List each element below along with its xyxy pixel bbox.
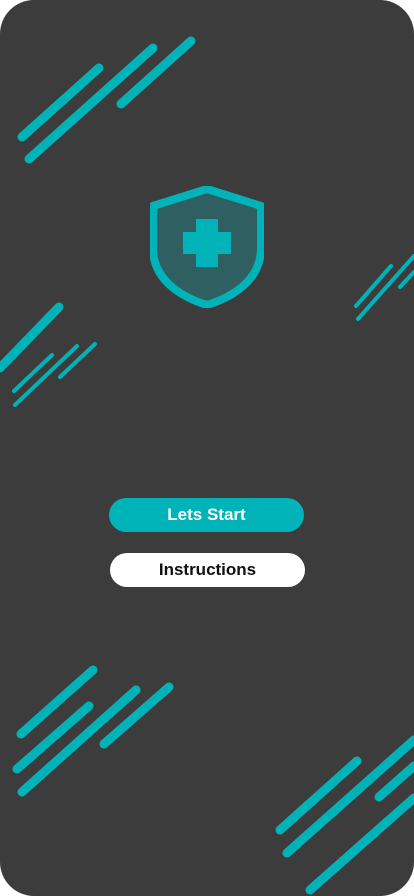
- stripes-bottom-right: [275, 735, 414, 895]
- app-screen: Lets Start Instructions: [0, 0, 414, 896]
- lets-start-button[interactable]: Lets Start: [109, 498, 304, 532]
- stripes-top-left: [17, 36, 196, 164]
- medical-shield-cross-icon: [150, 186, 264, 308]
- decorative-stripes: [0, 36, 414, 895]
- instructions-button[interactable]: Instructions: [110, 553, 305, 587]
- stripes-bottom-left: [12, 665, 174, 797]
- stripes-mid-left: [0, 302, 97, 407]
- stripes-mid-right: [354, 254, 414, 321]
